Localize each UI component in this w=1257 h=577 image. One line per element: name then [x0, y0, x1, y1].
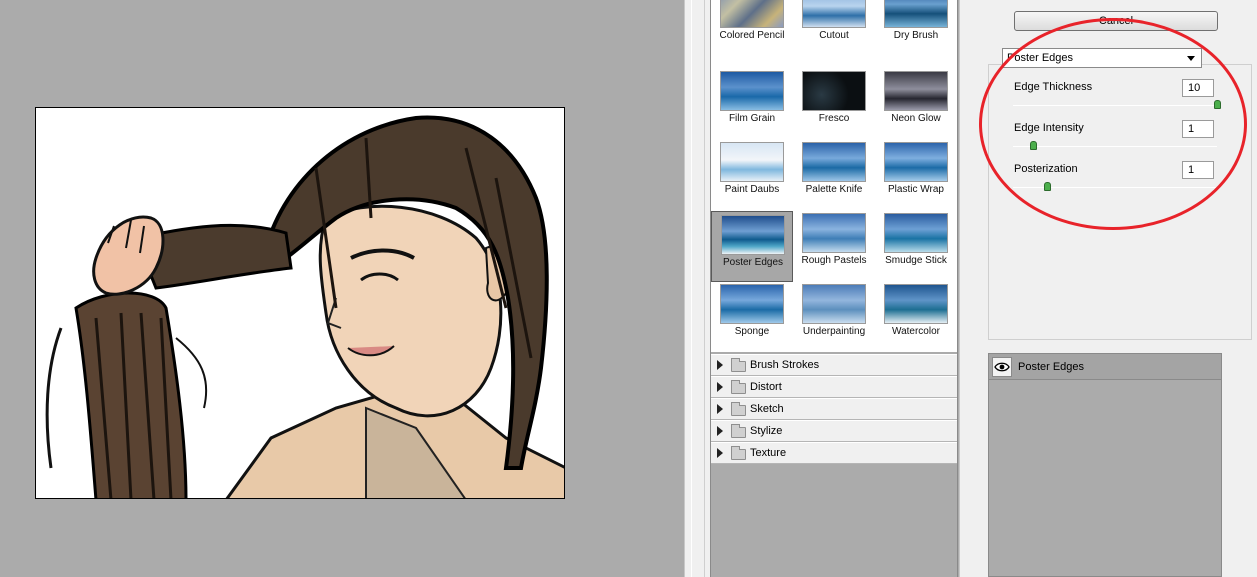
- rough-pastels-preview: [802, 213, 866, 253]
- fresco-preview: [802, 71, 866, 111]
- edge-intensity-slider-handle[interactable]: [1030, 141, 1038, 150]
- folder-icon: [731, 380, 746, 394]
- expand-triangle-icon[interactable]: [717, 404, 723, 414]
- layers-side-area: [1222, 353, 1257, 577]
- preview-image[interactable]: [35, 107, 565, 499]
- panel-splitter[interactable]: [684, 0, 710, 577]
- edge-thickness-slider-handle[interactable]: [1214, 100, 1221, 109]
- edge-intensity-label: Edge Intensity: [1014, 122, 1084, 134]
- watercolor-preview: [884, 284, 948, 324]
- cutout-preview: [802, 0, 866, 28]
- smudge-stick-preview: [884, 213, 948, 253]
- expand-triangle-icon[interactable]: [717, 426, 723, 436]
- filter-thumb-fresco[interactable]: Fresco: [793, 68, 875, 139]
- edge-thickness-label: Edge Thickness: [1014, 81, 1093, 93]
- filter-gallery: Colored Pencil Cutout Dry Brush Film Gra…: [710, 0, 958, 577]
- edge-intensity-slider-track[interactable]: [1013, 146, 1217, 147]
- category-distort[interactable]: Distort: [711, 376, 957, 398]
- category-stylize[interactable]: Stylize: [711, 420, 957, 442]
- film-grain-preview: [720, 71, 784, 111]
- folder-icon: [731, 446, 746, 460]
- folder-icon: [731, 424, 746, 438]
- filter-category-list: Brush Strokes Distort Sketch Stylize Tex…: [711, 354, 957, 464]
- folder-icon: [731, 402, 746, 416]
- param-edge-thickness: Edge Thickness 10: [989, 79, 1251, 119]
- underpainting-preview: [802, 284, 866, 324]
- dry-brush-preview: [884, 0, 948, 28]
- expand-triangle-icon[interactable]: [717, 360, 723, 370]
- filter-thumb-plastic-wrap[interactable]: Plastic Wrap: [875, 139, 957, 210]
- chevron-down-icon: [1187, 56, 1195, 61]
- poster-edges-preview: [721, 215, 785, 255]
- filter-select-value: Poster Edges: [1007, 52, 1074, 64]
- poster-edges-portrait: [36, 108, 564, 498]
- plastic-wrap-preview: [884, 142, 948, 182]
- effect-layer-label: Poster Edges: [1018, 361, 1085, 373]
- category-texture[interactable]: Texture: [711, 442, 957, 464]
- edge-intensity-input[interactable]: 1: [1182, 120, 1214, 138]
- param-posterization: Posterization 1: [989, 161, 1251, 201]
- filter-thumb-paint-daubs[interactable]: Paint Daubs: [711, 139, 793, 210]
- category-brush-strokes[interactable]: Brush Strokes: [711, 354, 957, 376]
- filter-thumb-smudge-stick[interactable]: Smudge Stick: [875, 210, 957, 281]
- expand-triangle-icon[interactable]: [717, 448, 723, 458]
- palette-knife-preview: [802, 142, 866, 182]
- filter-thumb-dry-brush[interactable]: Dry Brush: [875, 0, 957, 56]
- paint-daubs-preview: [720, 142, 784, 182]
- edge-thickness-input[interactable]: 10: [1182, 79, 1214, 97]
- filter-thumb-colored-pencil[interactable]: Colored Pencil: [711, 0, 793, 56]
- effect-layer-row[interactable]: Poster Edges: [989, 354, 1221, 380]
- colored-pencil-preview: [720, 0, 784, 28]
- filter-thumb-neon-glow[interactable]: Neon Glow: [875, 68, 957, 139]
- category-sketch[interactable]: Sketch: [711, 398, 957, 420]
- neon-glow-preview: [884, 71, 948, 111]
- filter-thumb-palette-knife[interactable]: Palette Knife: [793, 139, 875, 210]
- filter-thumb-rough-pastels[interactable]: Rough Pastels: [793, 210, 875, 281]
- cancel-button[interactable]: Cancel: [1014, 11, 1218, 31]
- filter-thumb-watercolor[interactable]: Watercolor: [875, 281, 957, 352]
- folder-icon: [731, 358, 746, 372]
- visibility-toggle[interactable]: [992, 357, 1012, 377]
- posterization-label: Posterization: [1014, 163, 1078, 175]
- sponge-preview: [720, 284, 784, 324]
- eye-icon: [994, 362, 1010, 372]
- effect-layers-panel: Poster Edges: [988, 353, 1222, 577]
- filter-select[interactable]: Poster Edges: [1002, 48, 1202, 68]
- filter-thumb-underpainting[interactable]: Underpainting: [793, 281, 875, 352]
- filter-thumb-sponge[interactable]: Sponge: [711, 281, 793, 352]
- filter-thumb-film-grain[interactable]: Film Grain: [711, 68, 793, 139]
- filter-thumb-poster-edges[interactable]: Poster Edges: [711, 211, 793, 282]
- filter-thumb-cutout[interactable]: Cutout: [793, 0, 875, 56]
- filter-options-box: Edge Thickness 10 Edge Intensity 1 Poste…: [988, 64, 1252, 340]
- preview-area: [0, 0, 684, 577]
- posterization-input[interactable]: 1: [1182, 161, 1214, 179]
- edge-thickness-slider-track[interactable]: [1013, 105, 1217, 106]
- posterization-slider-handle[interactable]: [1044, 182, 1051, 191]
- artistic-thumbnail-grid: Colored Pencil Cutout Dry Brush Film Gra…: [711, 0, 957, 352]
- expand-triangle-icon[interactable]: [717, 382, 723, 392]
- param-edge-intensity: Edge Intensity 1: [989, 120, 1251, 160]
